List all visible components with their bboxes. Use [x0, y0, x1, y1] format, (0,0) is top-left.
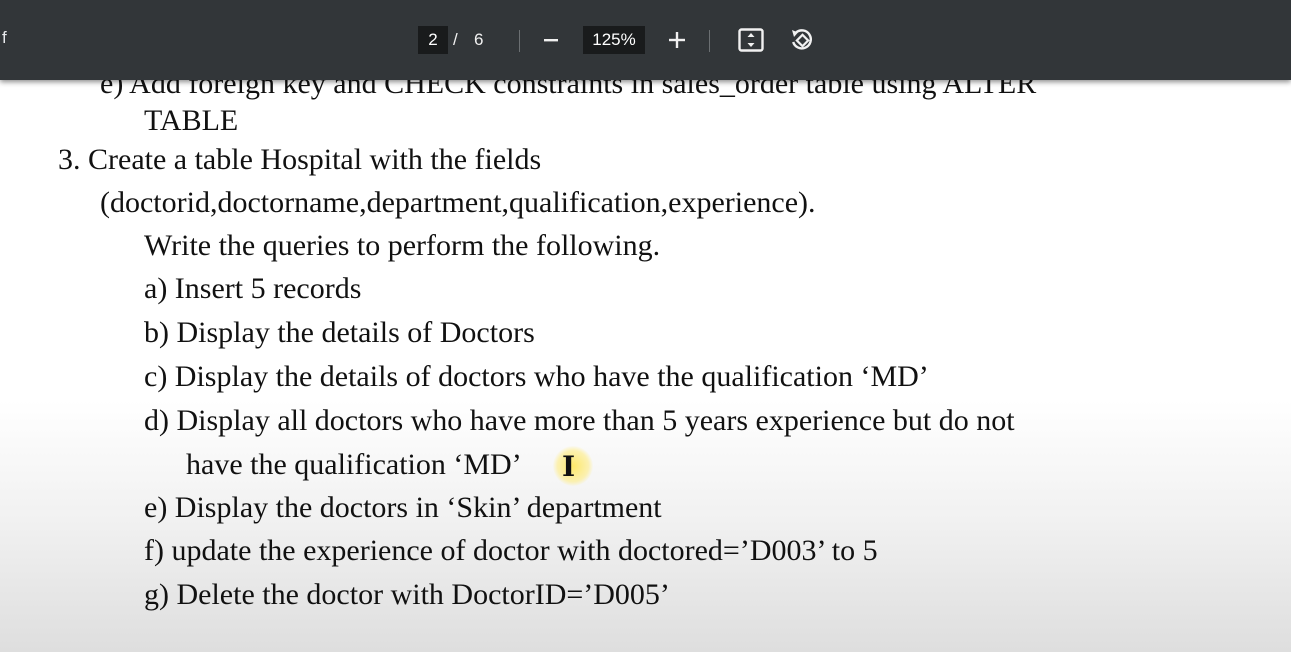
minus-icon [544, 39, 558, 42]
doc-line-question-3: 3. Create a table Hospital with the fiel… [58, 143, 542, 176]
page-separator: / [453, 30, 458, 49]
fit-page-icon [738, 28, 764, 52]
doc-line-e-skin: e) Display the doctors in ‘Skin’ departm… [144, 491, 662, 524]
rotate-icon [792, 29, 812, 50]
zoom-level-input[interactable]: 125% [583, 26, 645, 54]
doc-line-a: a) Insert 5 records [144, 272, 362, 305]
doc-line-f: f) update the experience of doctor with … [144, 534, 878, 567]
doc-line-table: TABLE [144, 104, 239, 137]
doc-line-g: g) Delete the doctor with DoctorID=’D005… [144, 578, 670, 611]
zoom-out-button[interactable] [535, 24, 567, 56]
total-pages: 6 [474, 30, 484, 49]
fit-page-button[interactable] [735, 24, 767, 56]
toolbar-divider [709, 30, 710, 52]
doc-line-b: b) Display the details of Doctors [144, 316, 535, 349]
document-title: f [2, 28, 7, 47]
current-page-input[interactable]: 2 [418, 26, 448, 54]
zoom-in-button[interactable] [661, 24, 693, 56]
pdf-toolbar: f 2 / 6 125% [0, 0, 1291, 80]
doc-line-d: d) Display all doctors who have more tha… [144, 404, 1015, 437]
doc-line-d-continued: have the qualification ‘MD’ [186, 448, 522, 481]
text-cursor-icon: I [562, 450, 576, 483]
doc-line-c: c) Display the details of doctors who ha… [144, 360, 929, 393]
toolbar-divider [519, 30, 520, 52]
doc-line-fields: (doctorid,doctorname,department,qualific… [100, 186, 816, 219]
doc-line-instructions: Write the queries to perform the followi… [144, 229, 661, 262]
rotate-button[interactable] [786, 24, 818, 56]
pdf-page: e) Add foreign key and CHECK constraints… [0, 0, 1291, 652]
plus-icon [669, 32, 685, 48]
